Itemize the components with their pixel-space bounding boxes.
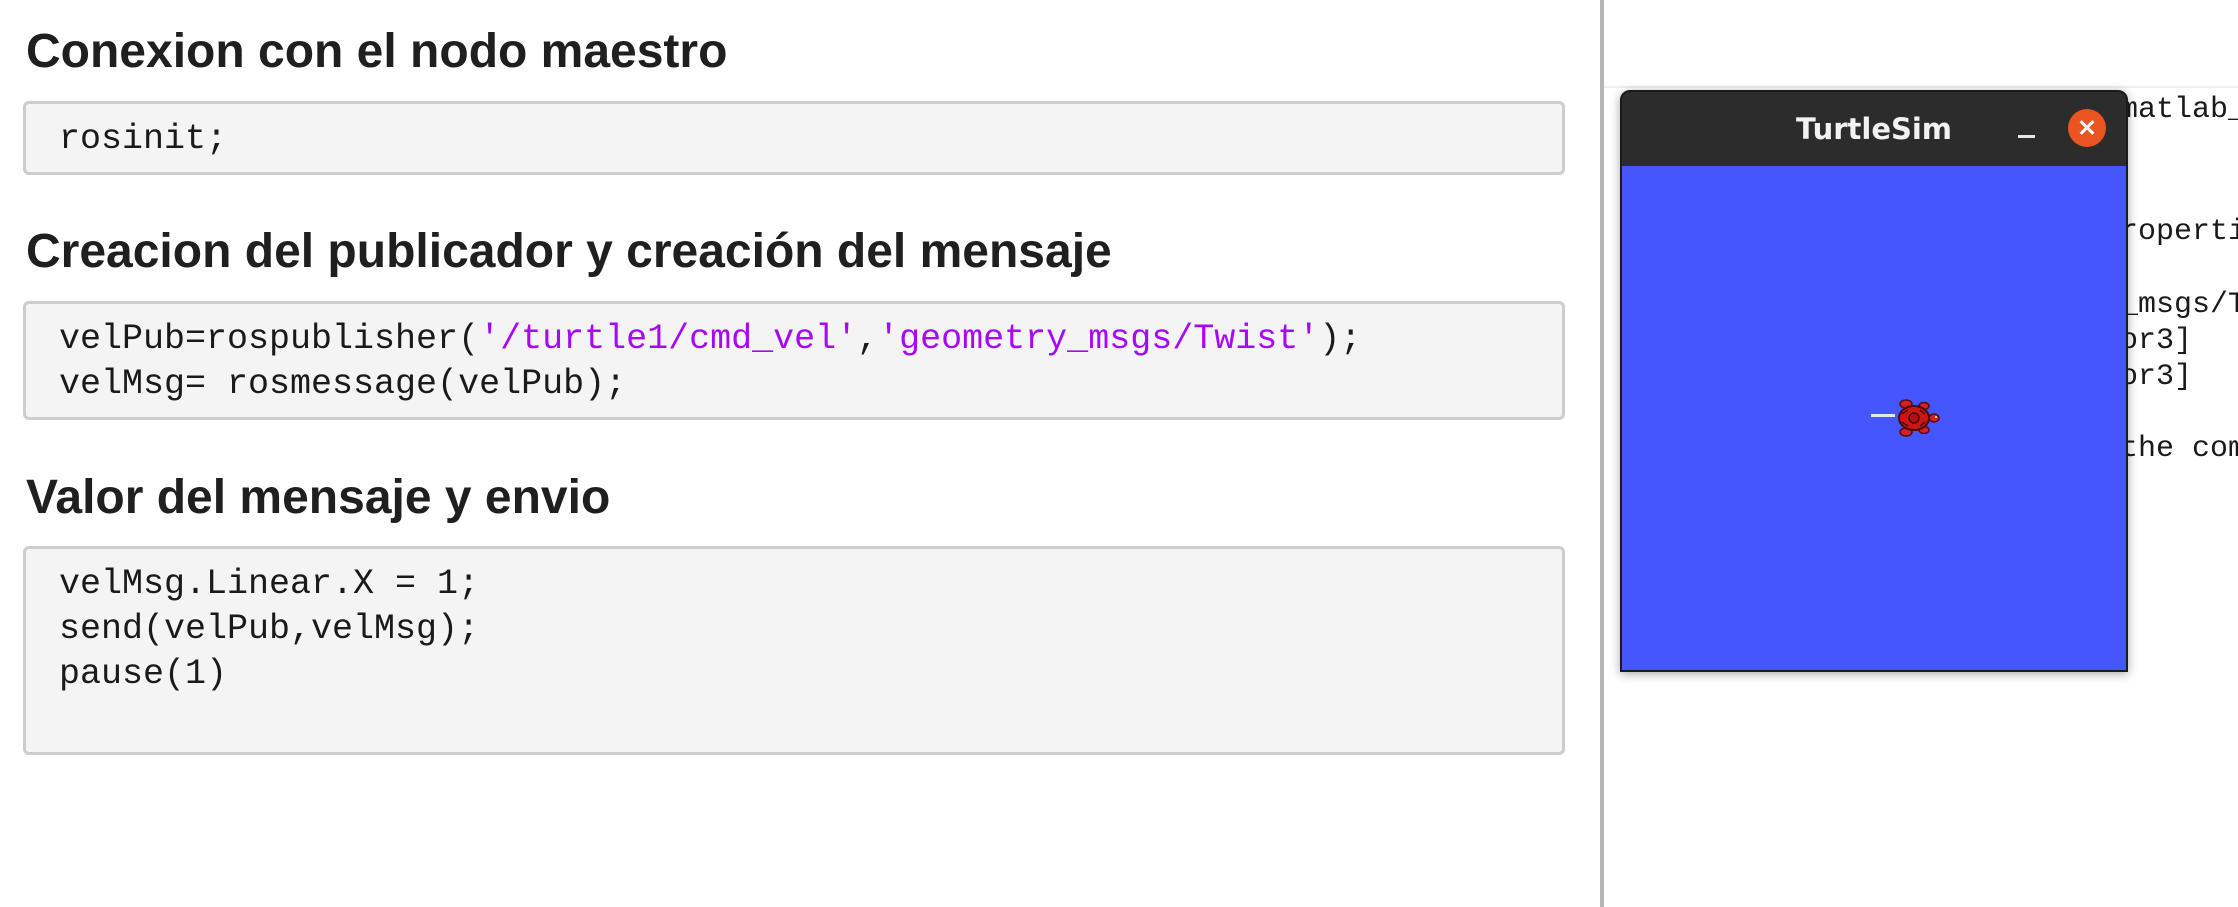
minimize-icon[interactable] (2008, 110, 2046, 148)
output-line: or3] (2120, 360, 2193, 394)
code-line: velPub=rospublisher('/turtle1/cmd_vel','… (59, 317, 1361, 362)
code-text: , (857, 319, 879, 359)
output-line: the com (2120, 432, 2238, 466)
code-text: ); (1319, 319, 1362, 359)
code-block-connection[interactable]: rosinit; (23, 101, 1565, 175)
code-text: velPub=rospublisher( (59, 319, 480, 359)
string-literal-topic: '/turtle1/cmd_vel' (479, 319, 858, 359)
section-title-send: Valor del mensaje y envio (26, 471, 611, 524)
live-script-pane: Conexion con el nodo maestro rosinit; Cr… (0, 0, 1600, 907)
section-title-connection: Conexion con el nodo maestro (26, 25, 728, 78)
code-block-send[interactable]: velMsg.Linear.X = 1; send(velPub,velMsg)… (23, 546, 1565, 755)
turtlesim-canvas (1622, 166, 2126, 670)
output-line: matlab_ (2120, 93, 2238, 127)
close-icon[interactable] (2068, 109, 2106, 147)
output-line: or3] (2120, 324, 2193, 358)
output-line: _msgs/T (2120, 288, 2238, 322)
turtle-icon (1898, 399, 1940, 437)
code-line: rosinit; (59, 119, 228, 159)
code-line: velMsg.Linear.X = 1; (59, 564, 480, 604)
output-line: roperti (2120, 215, 2238, 249)
code-line: pause(1) (59, 654, 228, 694)
turtlesim-window[interactable]: TurtleSim (1620, 90, 2128, 672)
code-line: send(velPub,velMsg); (59, 609, 480, 649)
window-title: TurtleSim (1795, 112, 1953, 146)
window-titlebar[interactable]: TurtleSim (1622, 92, 2126, 166)
string-literal-msgtype: 'geometry_msgs/Twist' (878, 319, 1320, 359)
section-title-publisher: Creacion del publicador y creación del m… (26, 225, 1112, 278)
divider (1604, 86, 2238, 88)
code-line: velMsg= rosmessage(velPub); (59, 364, 627, 404)
code-block-publisher[interactable]: velPub=rospublisher('/turtle1/cmd_vel','… (23, 301, 1565, 420)
